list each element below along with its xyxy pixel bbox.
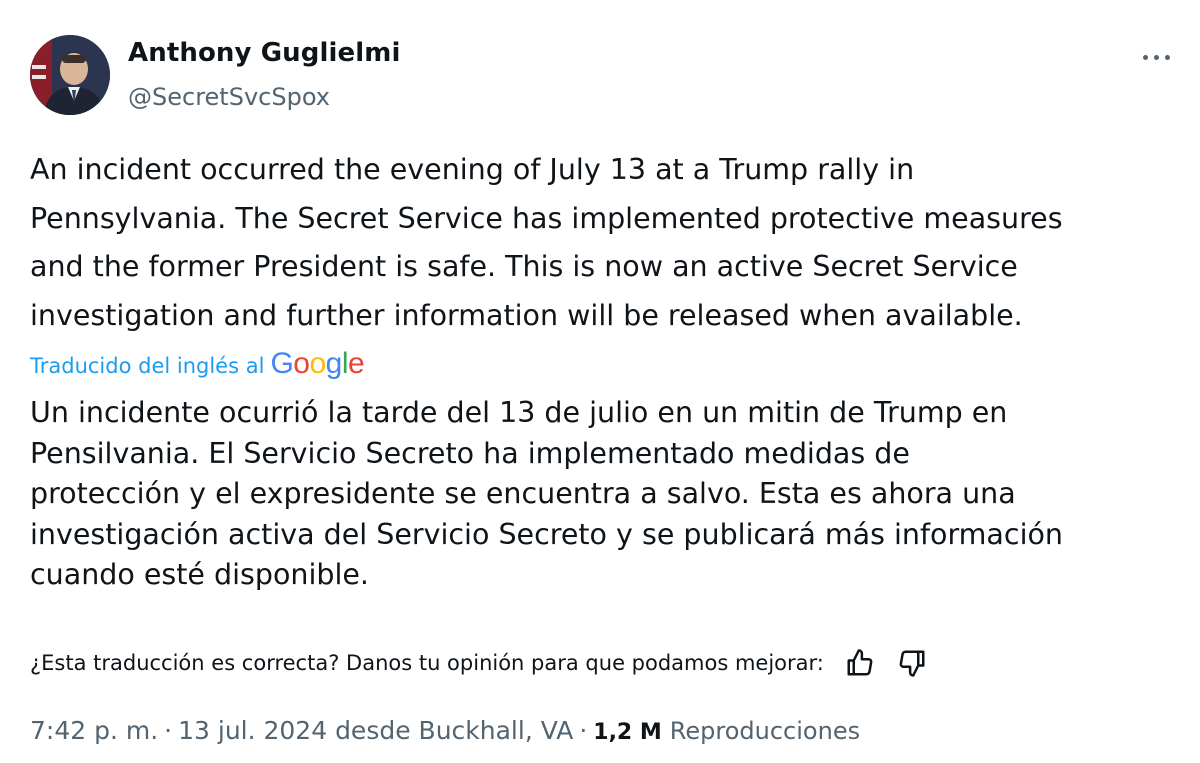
views-label: Reproducciones [669, 717, 861, 745]
translated-by-link[interactable]: Traducido del inglés al Google [30, 347, 365, 381]
profile-photo-icon [30, 35, 110, 115]
translation-text-line: protección y el expresidente se encuentr… [30, 477, 1016, 510]
meta-separator: · [579, 716, 588, 745]
meta-separator: · [164, 716, 173, 745]
more-options-button[interactable] [1136, 42, 1176, 72]
feedback-question: ¿Esta traducción es correcta? Danos tu o… [30, 651, 824, 675]
author-name[interactable]: Anthony Guglielmi [128, 38, 400, 68]
translation-text-line: investigación activa del Servicio Secret… [30, 517, 1063, 551]
more-dot-icon [1153, 54, 1159, 60]
translation-text-line: cuando esté disponible. [30, 558, 369, 591]
tweet-time[interactable]: 7:42 p. m. [30, 716, 158, 745]
more-dot-icon [1164, 54, 1170, 60]
tweet-date-location[interactable]: 13 jul. 2024 desde Buckhall, VA [178, 716, 573, 745]
views-count: 1,2 M [593, 720, 662, 745]
tweet-card: Anthony Guglielmi @SecretSvcSpox An inci… [0, 0, 1200, 763]
translated-by-label: Traducido del inglés al [30, 354, 265, 378]
author-handle[interactable]: @SecretSvcSpox [128, 83, 330, 111]
tweet-meta: 7:42 p. m. · 13 jul. 2024 desde Buckhall… [30, 716, 860, 745]
tweet-text-line: Pennsylvania. The Secret Service has imp… [30, 201, 1063, 235]
avatar[interactable] [30, 35, 110, 115]
thumbs-up-button[interactable] [842, 645, 878, 681]
translation-feedback: ¿Esta traducción es correcta? Danos tu o… [30, 645, 930, 681]
tweet-text-line: An incident occurred the evening of July… [30, 153, 915, 186]
translation-text-line: Un incidente ocurrió la tarde del 13 de … [30, 396, 1008, 429]
tweet-text-line: and the former President is safe. This i… [30, 250, 1018, 283]
tweet-text-line: investigation and further information wi… [30, 298, 1023, 332]
more-dot-icon [1142, 54, 1148, 60]
thumbs-up-icon [847, 649, 873, 676]
translation-text-line: Pensilvania. El Servicio Secreto ha impl… [30, 436, 910, 470]
thumbs-down-icon [899, 650, 925, 677]
google-logo: Google [270, 347, 365, 380]
thumbs-down-button[interactable] [894, 645, 930, 681]
tweet-original-text: An incident occurred the evening of July… [30, 146, 1175, 340]
tweet-translation-text: Un incidente ocurrió la tarde del 13 de … [30, 393, 1175, 596]
